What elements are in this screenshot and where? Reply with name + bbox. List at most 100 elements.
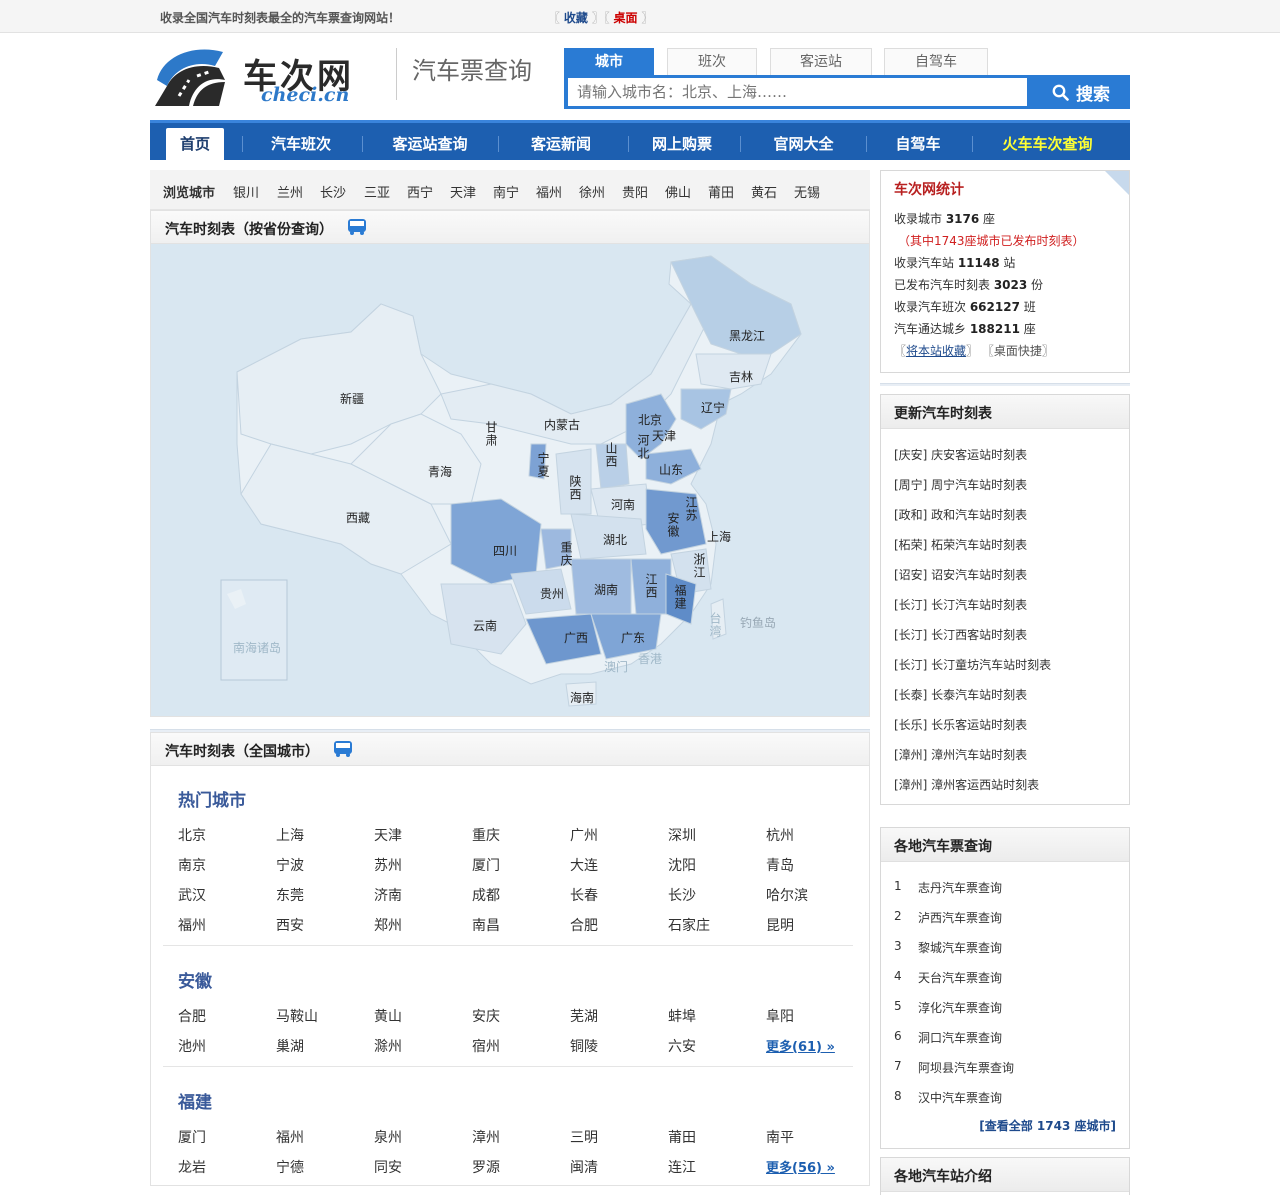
browse-city[interactable]: 无锡 [794, 182, 820, 201]
nav-home[interactable]: 首页 [166, 128, 224, 163]
city-link[interactable]: 合肥 [570, 915, 598, 935]
timetable-update-link[interactable]: [长泰] 长泰汽车站时刻表 [894, 686, 1027, 703]
province-sichuan[interactable]: 四川 [493, 542, 517, 559]
city-link[interactable]: 南平 [766, 1127, 794, 1147]
city-link[interactable]: 宿州 [472, 1036, 500, 1056]
browse-city[interactable]: 黄石 [751, 182, 777, 201]
city-link[interactable]: 合肥 [178, 1006, 206, 1026]
province-liaoning[interactable]: 辽宁 [701, 399, 725, 416]
ticket-query-link[interactable]: 洞口汽车票查询 [918, 1029, 1002, 1046]
province-guizhou[interactable]: 贵州 [540, 585, 564, 602]
desktop-shortcut-link[interactable]: 桌面快捷 [994, 344, 1042, 358]
province-hebei[interactable]: 河北 [635, 434, 652, 460]
city-link[interactable]: 成都 [472, 885, 500, 905]
city-link[interactable]: 深圳 [668, 825, 696, 845]
province-tianjin[interactable]: 天津 [652, 427, 676, 444]
ticket-query-link[interactable]: 黎城汽车票查询 [918, 939, 1002, 956]
nav-official-sites[interactable]: 官网大全 [743, 128, 864, 160]
province-jiangsu[interactable]: 江苏 [683, 496, 700, 522]
province-chongqing[interactable]: 重庆 [558, 541, 575, 567]
city-link[interactable]: 滁州 [374, 1036, 402, 1056]
city-link[interactable]: 龙岩 [178, 1157, 206, 1177]
timetable-update-link[interactable]: [庆安] 庆安客运站时刻表 [894, 446, 1027, 463]
city-link[interactable]: 罗源 [472, 1157, 500, 1177]
city-link[interactable]: 阜阳 [766, 1006, 794, 1026]
city-link[interactable]: 六安 [668, 1036, 696, 1056]
browse-city[interactable]: 徐州 [579, 182, 605, 201]
browse-city[interactable]: 莆田 [708, 182, 734, 201]
ticket-query-link[interactable]: 志丹汽车票查询 [918, 879, 1002, 896]
province-anhui[interactable]: 安徽 [665, 512, 682, 538]
city-link[interactable]: 南昌 [472, 915, 500, 935]
city-link[interactable]: 宁德 [276, 1157, 304, 1177]
city-link[interactable]: 福州 [276, 1127, 304, 1147]
timetable-update-link[interactable]: [漳州] 漳州客运西站时刻表 [894, 776, 1039, 793]
province-shanxi[interactable]: 山西 [603, 442, 620, 468]
timetable-update-link[interactable]: [诏安] 诏安汽车站时刻表 [894, 566, 1027, 583]
province-xizang[interactable]: 西藏 [346, 509, 370, 526]
city-link[interactable]: 北京 [178, 825, 206, 845]
city-link[interactable]: 宁波 [276, 855, 304, 875]
nav-station-query[interactable]: 客运站查询 [365, 128, 495, 160]
tab-self-drive[interactable]: 自驾车 [884, 48, 988, 75]
nav-train-query[interactable]: 火车车次查询 [975, 128, 1120, 160]
province-jiangxi[interactable]: 江西 [643, 573, 660, 599]
city-link[interactable]: 青岛 [766, 855, 794, 875]
nav-online-ticket[interactable]: 网上购票 [631, 128, 733, 160]
city-link[interactable]: 闽清 [570, 1157, 598, 1177]
browse-city[interactable]: 兰州 [277, 182, 303, 201]
timetable-update-link[interactable]: [长汀] 长汀西客站时刻表 [894, 626, 1027, 643]
city-link[interactable]: 大连 [570, 855, 598, 875]
timetable-update-link[interactable]: [长汀] 长汀汽车站时刻表 [894, 596, 1027, 613]
browse-city[interactable]: 福州 [536, 182, 562, 201]
province-jilin[interactable]: 吉林 [729, 368, 753, 385]
province-hainan[interactable]: 海南 [570, 689, 594, 706]
timetable-update-link[interactable]: [长汀] 长汀童坊汽车站时刻表 [894, 656, 1051, 673]
city-link[interactable]: 同安 [374, 1157, 402, 1177]
ticket-query-link[interactable]: 阿坝县汽车票查询 [918, 1059, 1014, 1076]
city-link[interactable]: 长春 [570, 885, 598, 905]
browse-city[interactable]: 西宁 [407, 182, 433, 201]
site-logo[interactable]: 车次网 checi.cn [153, 46, 368, 106]
browse-city[interactable]: 南宁 [493, 182, 519, 201]
city-link[interactable]: 连江 [668, 1157, 696, 1177]
tab-city[interactable]: 城市 [564, 48, 654, 75]
province-taiwan[interactable]: 台湾 [707, 612, 724, 638]
more-cities-link[interactable]: 更多(61) » [766, 1036, 835, 1055]
city-link[interactable]: 杭州 [766, 825, 794, 845]
city-link[interactable]: 长沙 [668, 885, 696, 905]
city-link[interactable]: 沈阳 [668, 855, 696, 875]
province-shaanxi[interactable]: 陕西 [567, 475, 584, 501]
province-map[interactable]: 黑龙江 吉林 辽宁 内蒙古 北京 天津 河北 山西 山东 新疆 甘肃 宁夏 陕西… [150, 244, 870, 717]
province-shandong[interactable]: 山东 [659, 461, 683, 478]
ticket-query-link[interactable]: 汉中汽车票查询 [918, 1089, 1002, 1106]
province-ningxia[interactable]: 宁夏 [535, 452, 552, 478]
bookmark-site-link[interactable]: 将本站收藏 [906, 344, 966, 358]
city-link[interactable]: 铜陵 [570, 1036, 598, 1056]
city-link[interactable]: 漳州 [472, 1127, 500, 1147]
timetable-update-link[interactable]: [政和] 政和汽车站时刻表 [894, 506, 1027, 523]
province-yunnan[interactable]: 云南 [473, 617, 497, 634]
province-neimenggu[interactable]: 内蒙古 [544, 416, 580, 433]
city-link[interactable]: 马鞍山 [276, 1006, 318, 1026]
city-link[interactable]: 芜湖 [570, 1006, 598, 1026]
province-beijing[interactable]: 北京 [638, 411, 662, 428]
province-guangxi[interactable]: 广西 [564, 629, 588, 646]
nav-self-drive[interactable]: 自驾车 [869, 128, 967, 160]
city-link[interactable]: 三明 [570, 1127, 598, 1147]
tab-route[interactable]: 班次 [667, 48, 757, 75]
province-fujian[interactable]: 福建 [672, 584, 689, 610]
city-link[interactable]: 泉州 [374, 1127, 402, 1147]
province-hubei[interactable]: 湖北 [603, 531, 627, 548]
view-all-cities-link[interactable]: [查看全部 1743 座城市] [979, 1117, 1116, 1134]
ticket-query-link[interactable]: 天台汽车票查询 [918, 969, 1002, 986]
timetable-update-link[interactable]: [漳州] 漳州汽车站时刻表 [894, 746, 1027, 763]
city-link[interactable]: 天津 [374, 825, 402, 845]
ticket-query-link[interactable]: 淳化汽车票查询 [918, 999, 1002, 1016]
ticket-query-link[interactable]: 泸西汽车票查询 [918, 909, 1002, 926]
city-link[interactable]: 西安 [276, 915, 304, 935]
province-gansu[interactable]: 甘肃 [483, 421, 500, 447]
city-link[interactable]: 池州 [178, 1036, 206, 1056]
browse-city[interactable]: 佛山 [665, 182, 691, 201]
city-link[interactable]: 苏州 [374, 855, 402, 875]
